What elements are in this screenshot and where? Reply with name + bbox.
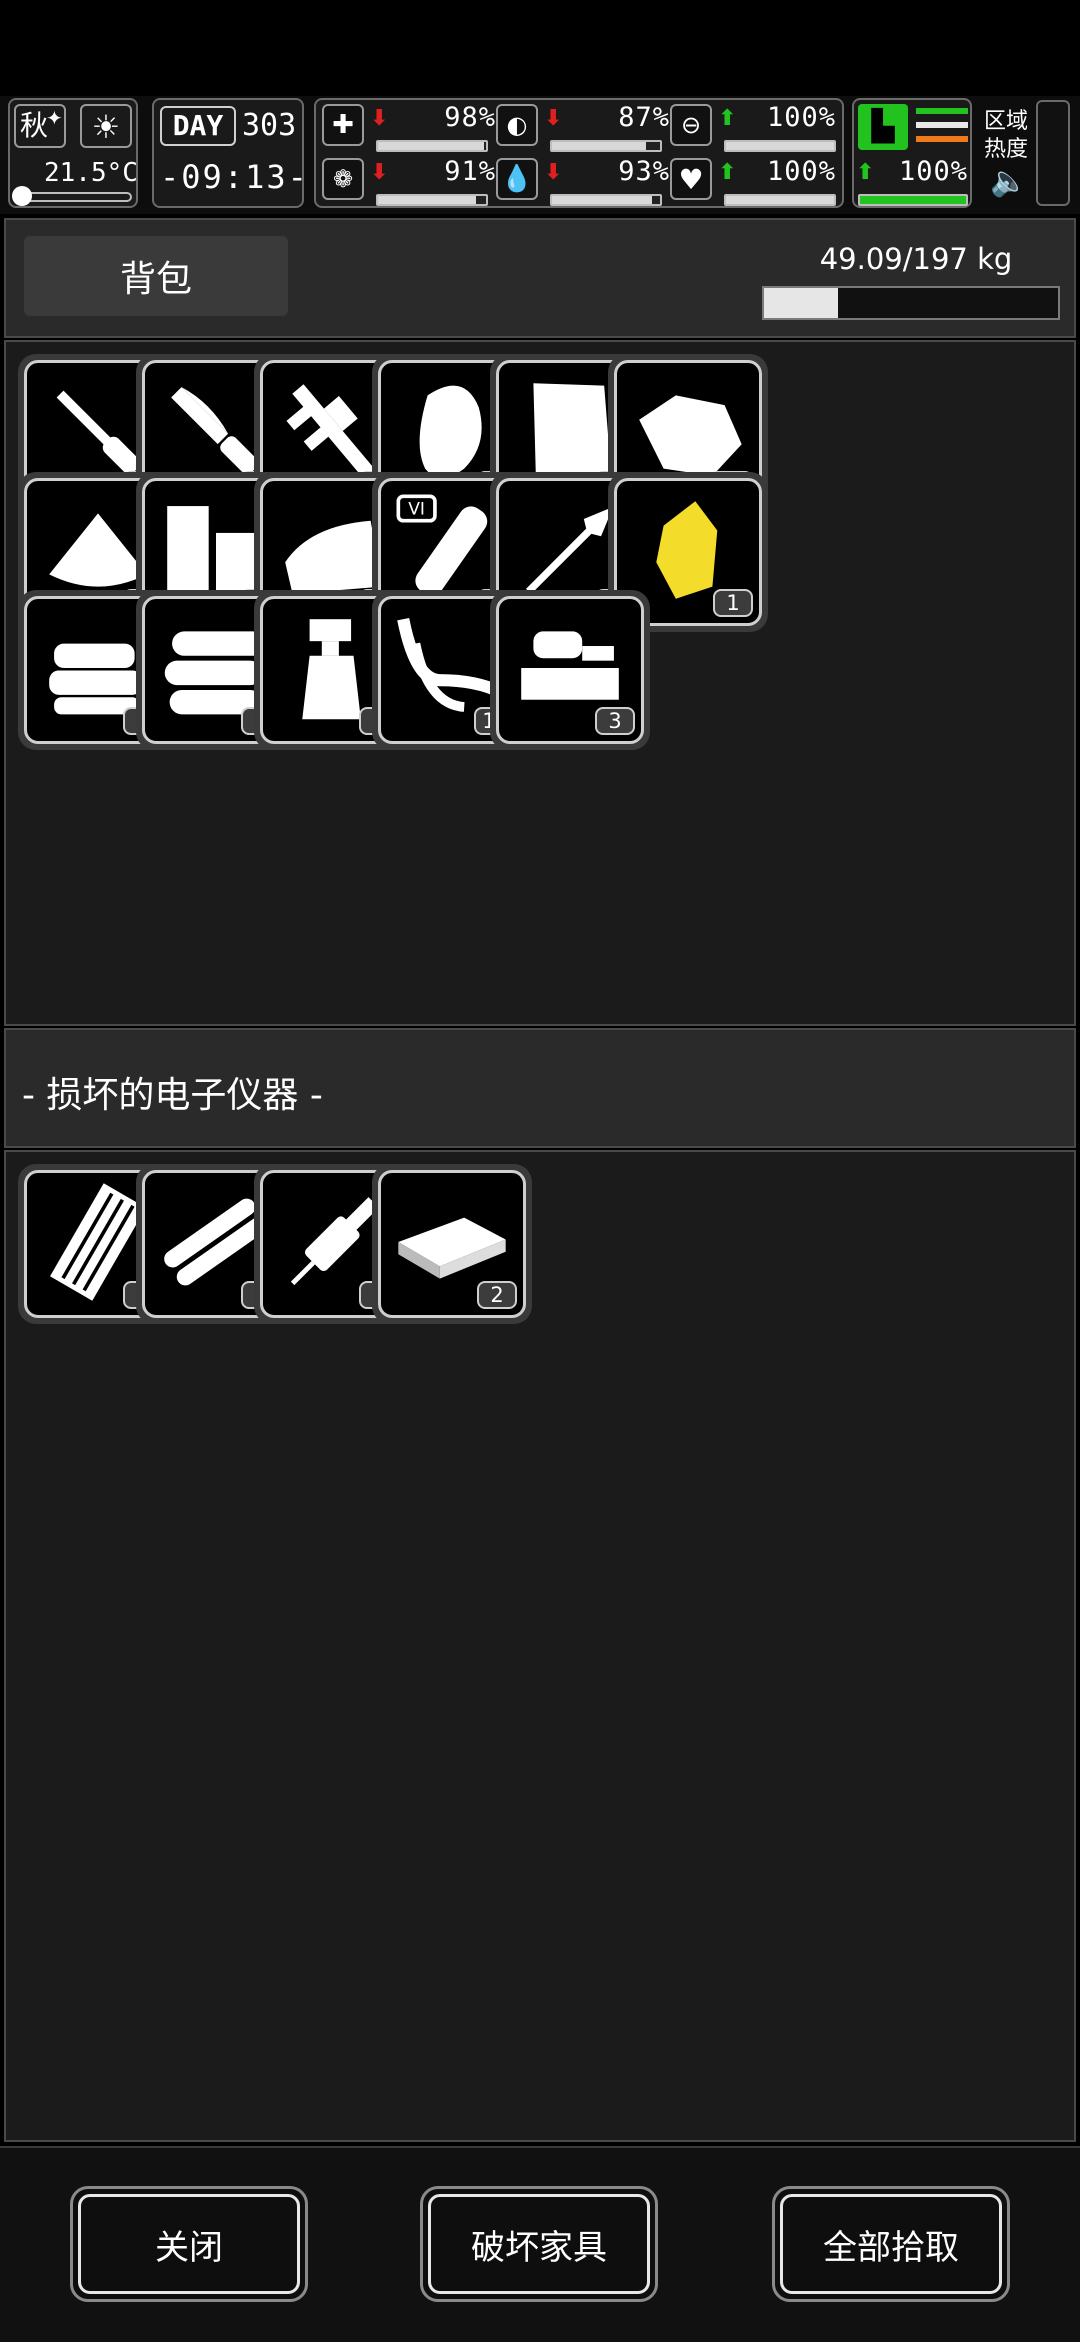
item-quantity: 3 bbox=[595, 707, 635, 735]
take-all-button-label: 全部拾取 bbox=[780, 2194, 1002, 2294]
item-slot[interactable]: 2 bbox=[372, 1164, 532, 1324]
hunger-bar bbox=[550, 140, 662, 152]
medicine-bar bbox=[724, 140, 836, 152]
trend-up-icon: ⬆ bbox=[718, 160, 737, 185]
mind-bar bbox=[376, 194, 488, 206]
item-quantity: 2 bbox=[477, 1281, 517, 1309]
stamina-value: 100% bbox=[898, 156, 968, 187]
mind-value: 91% bbox=[444, 156, 496, 187]
backpack-tab[interactable]: 背包 bbox=[24, 236, 288, 316]
tube-label: VI bbox=[408, 500, 425, 520]
stamina-line bbox=[916, 108, 968, 114]
status-hud: 秋 ✦ ☀ 21.5°C DAY 303 -09:13- ✚ ⬇ 98% ◐ ⬇… bbox=[0, 96, 1080, 214]
brain-icon: ❁ bbox=[322, 158, 364, 200]
sun-icon: ☀ bbox=[80, 104, 132, 148]
backpack-header: 背包 49.09/197 kg bbox=[4, 218, 1076, 338]
trend-down-icon: ⬇ bbox=[370, 160, 389, 185]
weight-bar bbox=[762, 286, 1060, 320]
thermometer-icon bbox=[12, 186, 32, 206]
stomach-icon: ◐ bbox=[496, 104, 538, 146]
day-number: 303 bbox=[242, 108, 297, 143]
heart-icon: ♥ bbox=[670, 158, 712, 200]
container-grid: 1 1 1 2 bbox=[4, 1150, 1076, 2142]
take-all-button[interactable]: 全部拾取 bbox=[772, 2186, 1010, 2302]
heart-bar bbox=[724, 194, 836, 206]
backpack-grid: 1 1 1 7 9 10 3 3 3 VI 1 1 1 1 2 bbox=[4, 340, 1076, 1026]
weather-panel: 秋 ✦ ☀ 21.5°C bbox=[8, 98, 138, 208]
footer-bar: 关闭 破坏家具 全部拾取 bbox=[0, 2146, 1080, 2342]
water-drop-icon: 💧 bbox=[496, 158, 538, 200]
health-bar bbox=[376, 140, 488, 152]
stamina-bar bbox=[858, 194, 968, 206]
break-furniture-button-label: 破坏家具 bbox=[428, 2194, 650, 2294]
trend-up-icon: ⬆ bbox=[718, 106, 737, 131]
hunger-value: 87% bbox=[618, 102, 670, 133]
region-heat-label-line1: 区域 bbox=[984, 109, 1029, 134]
weight-text: 49.09/197 kg bbox=[819, 242, 1013, 276]
region-heat-label: 区域 热度 bbox=[984, 108, 1028, 164]
container-header: - 损坏的电子仪器 - bbox=[4, 1028, 1076, 1148]
boot-icon: ▙ bbox=[858, 104, 908, 150]
break-furniture-button[interactable]: 破坏家具 bbox=[420, 2186, 658, 2302]
health-value: 98% bbox=[444, 102, 496, 133]
region-heat-meter bbox=[1036, 100, 1070, 206]
close-button-label: 关闭 bbox=[78, 2194, 300, 2294]
speaker-icon[interactable]: 🔈 bbox=[990, 164, 1027, 199]
first-aid-icon: ✚ bbox=[322, 104, 364, 146]
leaf-icon: ✦ bbox=[46, 106, 63, 130]
trend-down-icon: ⬇ bbox=[544, 160, 563, 185]
heart-value: 100% bbox=[766, 156, 836, 187]
container-title: - 损坏的电子仪器 - bbox=[22, 1075, 323, 1116]
stamina-line bbox=[916, 122, 968, 128]
clock-time: -09:13- bbox=[160, 158, 309, 196]
stamina-panel: ▙ ⬆ 100% bbox=[852, 98, 972, 208]
thirst-value: 93% bbox=[618, 156, 670, 187]
medicine-value: 100% bbox=[766, 102, 836, 133]
pill-icon: ⊖ bbox=[670, 104, 712, 146]
region-heat-label-line2: 热度 bbox=[984, 137, 1029, 162]
item-quantity: 1 bbox=[713, 589, 753, 617]
day-label: DAY bbox=[160, 106, 236, 146]
stamina-line bbox=[916, 136, 968, 142]
trend-down-icon: ⬇ bbox=[544, 106, 563, 131]
item-slot[interactable]: 3 bbox=[490, 590, 650, 750]
close-button[interactable]: 关闭 bbox=[70, 2186, 308, 2302]
vitals-panel: ✚ ⬇ 98% ◐ ⬇ 87% ⊖ ⬆ 100% ❁ ⬇ 91% 💧 ⬇ 93%… bbox=[314, 98, 844, 208]
day-time-panel: DAY 303 -09:13- bbox=[152, 98, 307, 208]
thirst-bar bbox=[550, 194, 662, 206]
trend-down-icon: ⬇ bbox=[370, 106, 389, 131]
temperature: 21.5°C bbox=[44, 158, 138, 188]
